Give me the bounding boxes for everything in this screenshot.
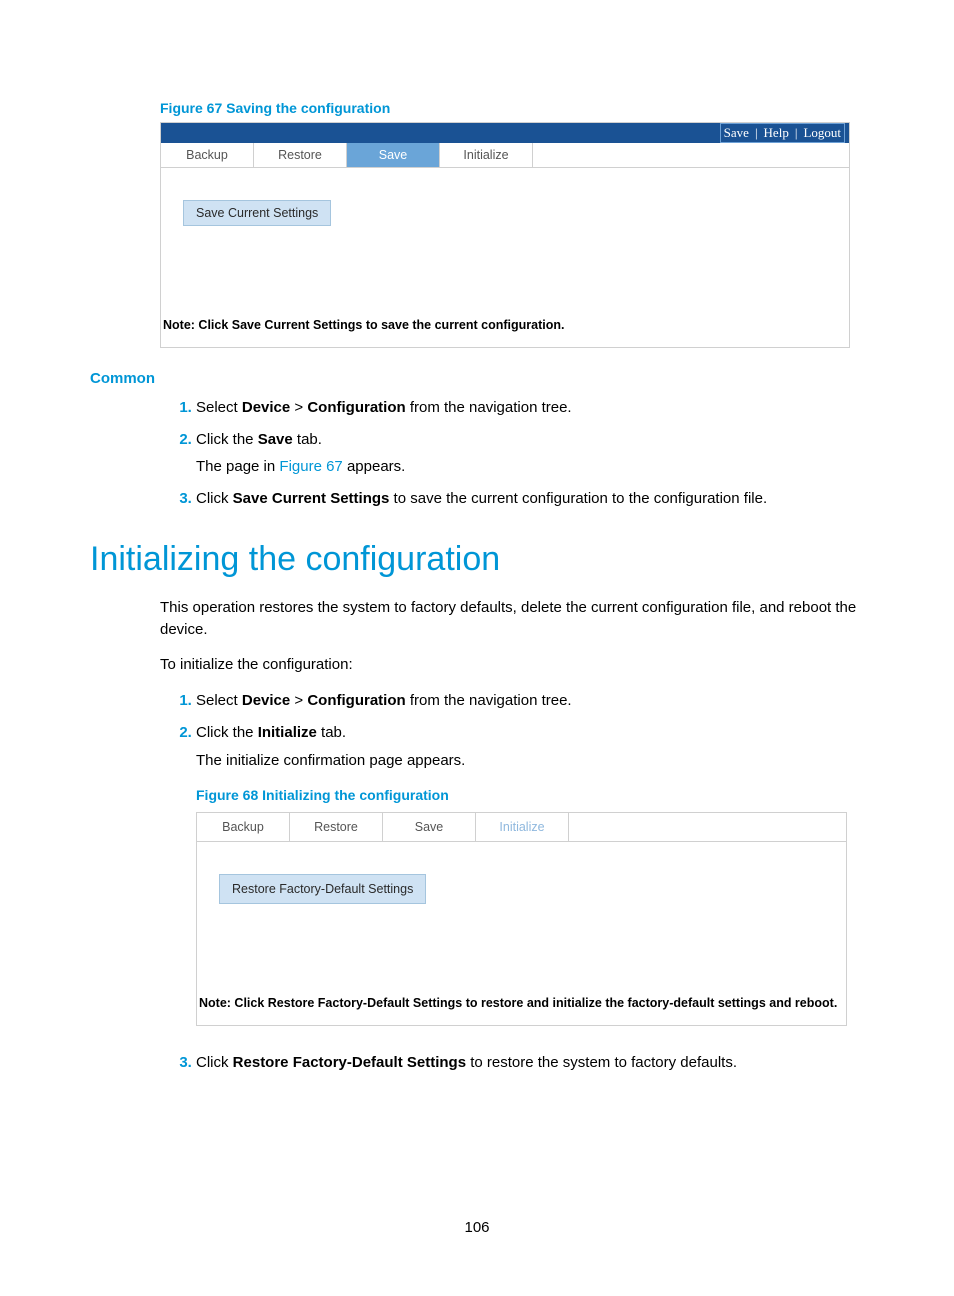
- step-3: Click Save Current Settings to save the …: [196, 488, 864, 510]
- init-step-3: Click Restore Factory-Default Settings t…: [196, 1052, 864, 1074]
- tab-row-68: Backup Restore Save Initialize: [197, 813, 846, 842]
- figure-68-note: Note: Click Restore Factory-Default Sett…: [199, 996, 837, 1010]
- topbar-links: Save | Help | Logout: [720, 123, 845, 143]
- figure-67-caption: Figure 67 Saving the configuration: [160, 100, 864, 116]
- restore-factory-default-button[interactable]: Restore Factory-Default Settings: [219, 874, 426, 904]
- common-heading: Common: [90, 370, 864, 387]
- page-number: 106: [0, 1219, 954, 1236]
- tab-backup[interactable]: Backup: [161, 143, 254, 167]
- figure-68-screenshot: Backup Restore Save Initialize Restore F…: [196, 812, 847, 1026]
- topbar-logout-link[interactable]: Logout: [800, 125, 844, 141]
- save-current-settings-button[interactable]: Save Current Settings: [183, 200, 331, 226]
- tab-restore-68[interactable]: Restore: [290, 813, 383, 841]
- init-step-1: Select Device > Configuration from the n…: [196, 690, 864, 712]
- tab-row: Backup Restore Save Initialize: [161, 143, 849, 168]
- topbar-save-link[interactable]: Save: [721, 125, 752, 141]
- tab-initialize[interactable]: Initialize: [440, 143, 533, 167]
- tab-restore[interactable]: Restore: [254, 143, 347, 167]
- figure-67-link[interactable]: Figure 67: [279, 458, 342, 475]
- figure-67-note: Note: Click Save Current Settings to sav…: [163, 318, 564, 332]
- paragraph-1: This operation restores the system to fa…: [160, 597, 864, 641]
- tab-initialize-68[interactable]: Initialize: [476, 813, 569, 841]
- init-steps: Select Device > Configuration from the n…: [160, 690, 864, 1073]
- tab-save[interactable]: Save: [347, 143, 440, 167]
- topbar-help-link[interactable]: Help: [761, 125, 792, 141]
- topbar-sep: |: [792, 125, 801, 141]
- topbar-sep: |: [752, 125, 761, 141]
- figure-67-screenshot: Save | Help | Logout Backup Restore Save…: [160, 122, 850, 348]
- common-steps: Select Device > Configuration from the n…: [160, 397, 864, 510]
- paragraph-2: To initialize the configuration:: [160, 654, 864, 676]
- figure-68-caption: Figure 68 Initializing the configuration: [196, 785, 864, 805]
- page-title: Initializing the configuration: [90, 540, 864, 579]
- step-2: Click the Save tab. The page in Figure 6…: [196, 429, 864, 479]
- init-step-2: Click the Initialize tab. The initialize…: [196, 722, 864, 1042]
- tab-save-68[interactable]: Save: [383, 813, 476, 841]
- topbar: Save | Help | Logout: [161, 123, 849, 143]
- tab-backup-68[interactable]: Backup: [197, 813, 290, 841]
- step-1: Select Device > Configuration from the n…: [196, 397, 864, 419]
